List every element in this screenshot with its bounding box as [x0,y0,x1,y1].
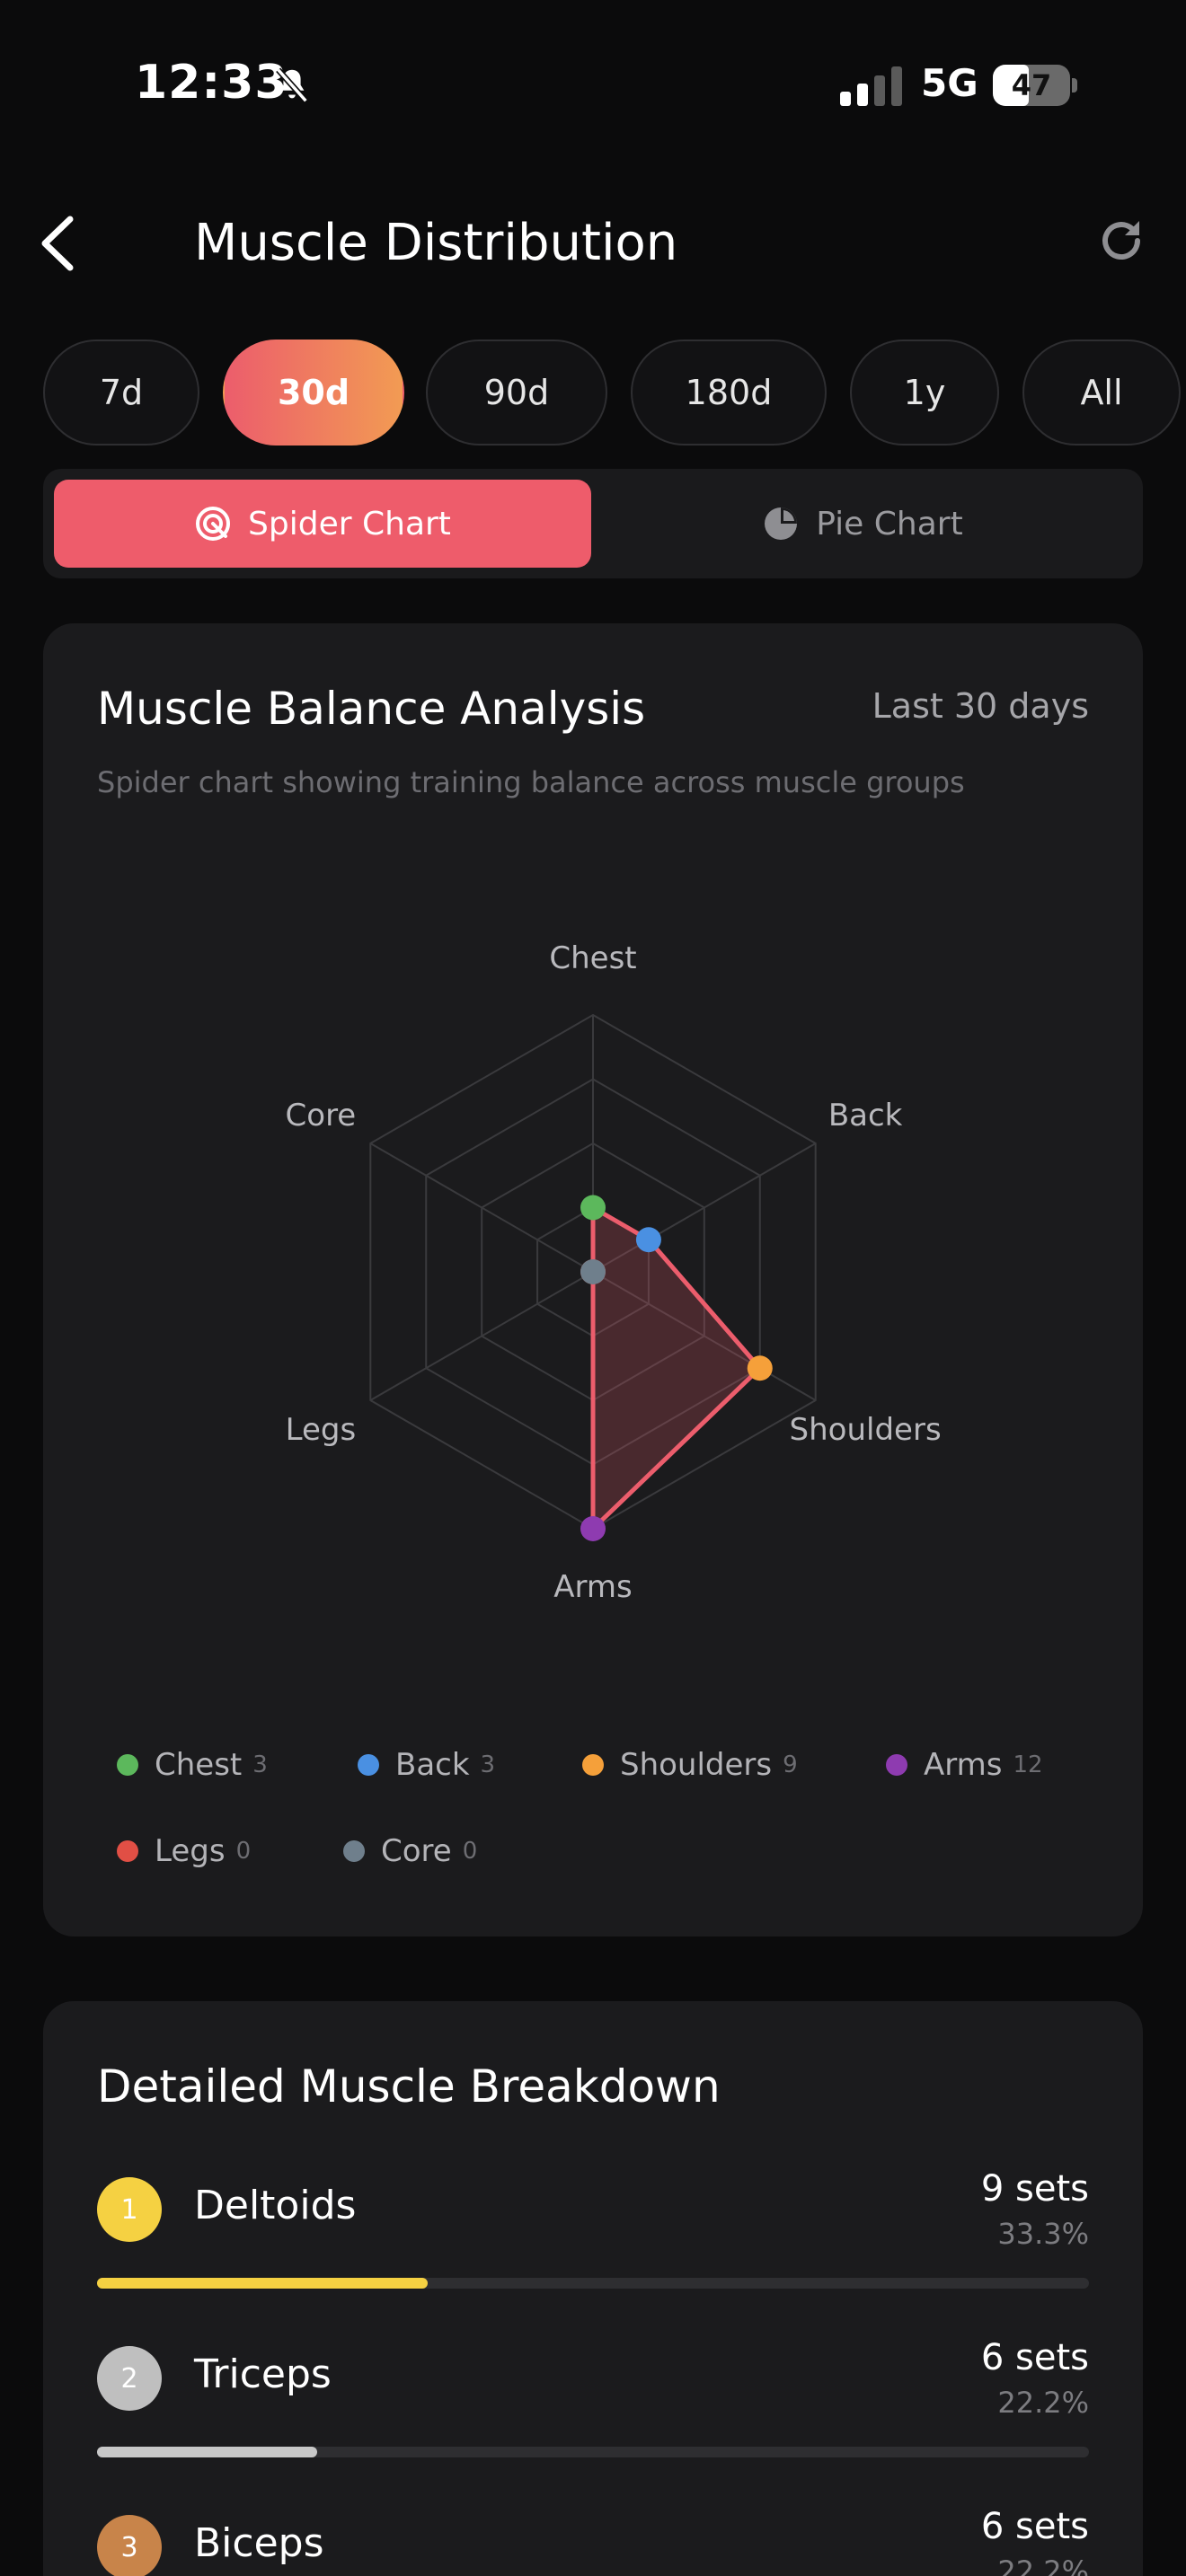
legend-dot [358,1754,379,1776]
target-icon [196,507,231,541]
legend-dot [886,1754,907,1776]
axis-label-back: Back [828,1098,903,1134]
breakdown-row[interactable]: 2 Triceps 6 sets 22.2% [97,2337,1089,2517]
battery-percent: 47 [1011,68,1052,102]
legend-dot [582,1754,604,1776]
axis-label-shoulders: Shoulders [790,1412,942,1448]
legend-label: Core [381,1833,452,1869]
legend-value: 9 [783,1751,798,1778]
legend-value: 3 [480,1751,496,1778]
legend-label: Arms [924,1747,1003,1783]
spider-chart: Chest Back Shoulders Arms Legs Core [286,940,942,1605]
range-chip-1y[interactable]: 1y [850,340,999,446]
radar-point-shoulders [747,1355,773,1381]
radar-point-chest [580,1195,606,1221]
range-chip-all[interactable]: All [1022,340,1181,446]
spider-chart-tab[interactable]: Spider Chart [54,480,591,568]
radar-point-arms [580,1516,606,1541]
chart-type-toggle: Spider Chart Pie Chart [43,469,1143,578]
axis-label-arms: Arms [553,1569,632,1605]
range-chip-30d[interactable]: 30d [223,340,404,446]
back-button[interactable] [36,214,81,273]
muscle-balance-card: Muscle Balance Analysis Last 30 days Spi… [43,623,1143,1936]
muscle-percent: 33.3% [997,2217,1089,2251]
legend-label: Back [395,1747,470,1783]
muscle-percent: 22.2% [997,2386,1089,2420]
axis-label-chest: Chest [549,940,636,976]
page-title: Muscle Distribution [194,214,678,272]
legend-value: 12 [1013,1751,1043,1778]
axis-label-core: Core [286,1098,357,1134]
refresh-icon[interactable] [1096,216,1146,266]
progress-fill [97,2278,428,2289]
range-chip-7d[interactable]: 7d [43,340,199,446]
legend-label: Chest [155,1747,243,1783]
muscle-percent: 22.2% [997,2554,1089,2576]
spider-chart-label: Spider Chart [248,505,451,543]
signal-icon [840,66,902,106]
legend-item: Shoulders 9 [582,1742,798,1787]
breakdown-row[interactable]: 3 Biceps 6 sets 22.2% [97,2506,1089,2576]
legend-item: Core 0 [343,1829,477,1874]
legend-item: Back 3 [358,1742,495,1787]
muscle-name: Deltoids [194,2183,357,2228]
legend-label: Legs [155,1833,226,1869]
range-chip-90d[interactable]: 90d [426,340,607,446]
muscle-name: Biceps [194,2520,324,2566]
range-selector: 7d 30d 90d 180d 1y All [0,340,1186,447]
status-time: 12:33 [135,56,288,110]
muscle-breakdown-card: Detailed Muscle Breakdown 1 Deltoids 9 s… [43,2001,1143,2576]
legend-dot [117,1840,138,1862]
network-type: 5G [921,61,978,105]
muscle-sets: 6 sets [980,2337,1089,2378]
legend-value: 0 [235,1838,252,1865]
progress-track [97,2447,1089,2457]
muscle-name: Triceps [194,2351,332,2397]
rank-badge: 3 [97,2515,162,2576]
pie-chart-icon [765,507,798,540]
legend-dot [343,1840,365,1862]
legend-dot [117,1754,138,1776]
legend-value: 0 [462,1838,478,1865]
legend-item: Chest 3 [117,1742,268,1787]
legend-item: Legs 0 [117,1829,251,1874]
radar-point-back [635,1227,661,1253]
progress-track [97,2278,1089,2289]
breakdown-row[interactable]: 1 Deltoids 9 sets 33.3% [97,2168,1089,2348]
radar-point-core [580,1259,606,1284]
pie-chart-tab[interactable]: Pie Chart [593,480,1132,568]
legend-label: Shoulders [620,1747,773,1783]
battery-icon: 47 [993,65,1077,106]
axis-label-legs: Legs [286,1412,357,1448]
rank-badge: 2 [97,2346,162,2411]
range-chip-180d[interactable]: 180d [631,340,827,446]
bell-muted-icon [276,67,308,103]
progress-fill [97,2447,318,2457]
legend-item: Arms 12 [886,1742,1043,1787]
rank-badge: 1 [97,2177,162,2242]
muscle-sets: 9 sets [980,2168,1089,2210]
breakdown-title: Detailed Muscle Breakdown [97,2060,721,2113]
status-bar: 12:33 5G 47 [0,0,1186,171]
legend-value: 3 [252,1751,268,1778]
pie-chart-label: Pie Chart [816,505,963,543]
muscle-sets: 6 sets [980,2506,1089,2547]
